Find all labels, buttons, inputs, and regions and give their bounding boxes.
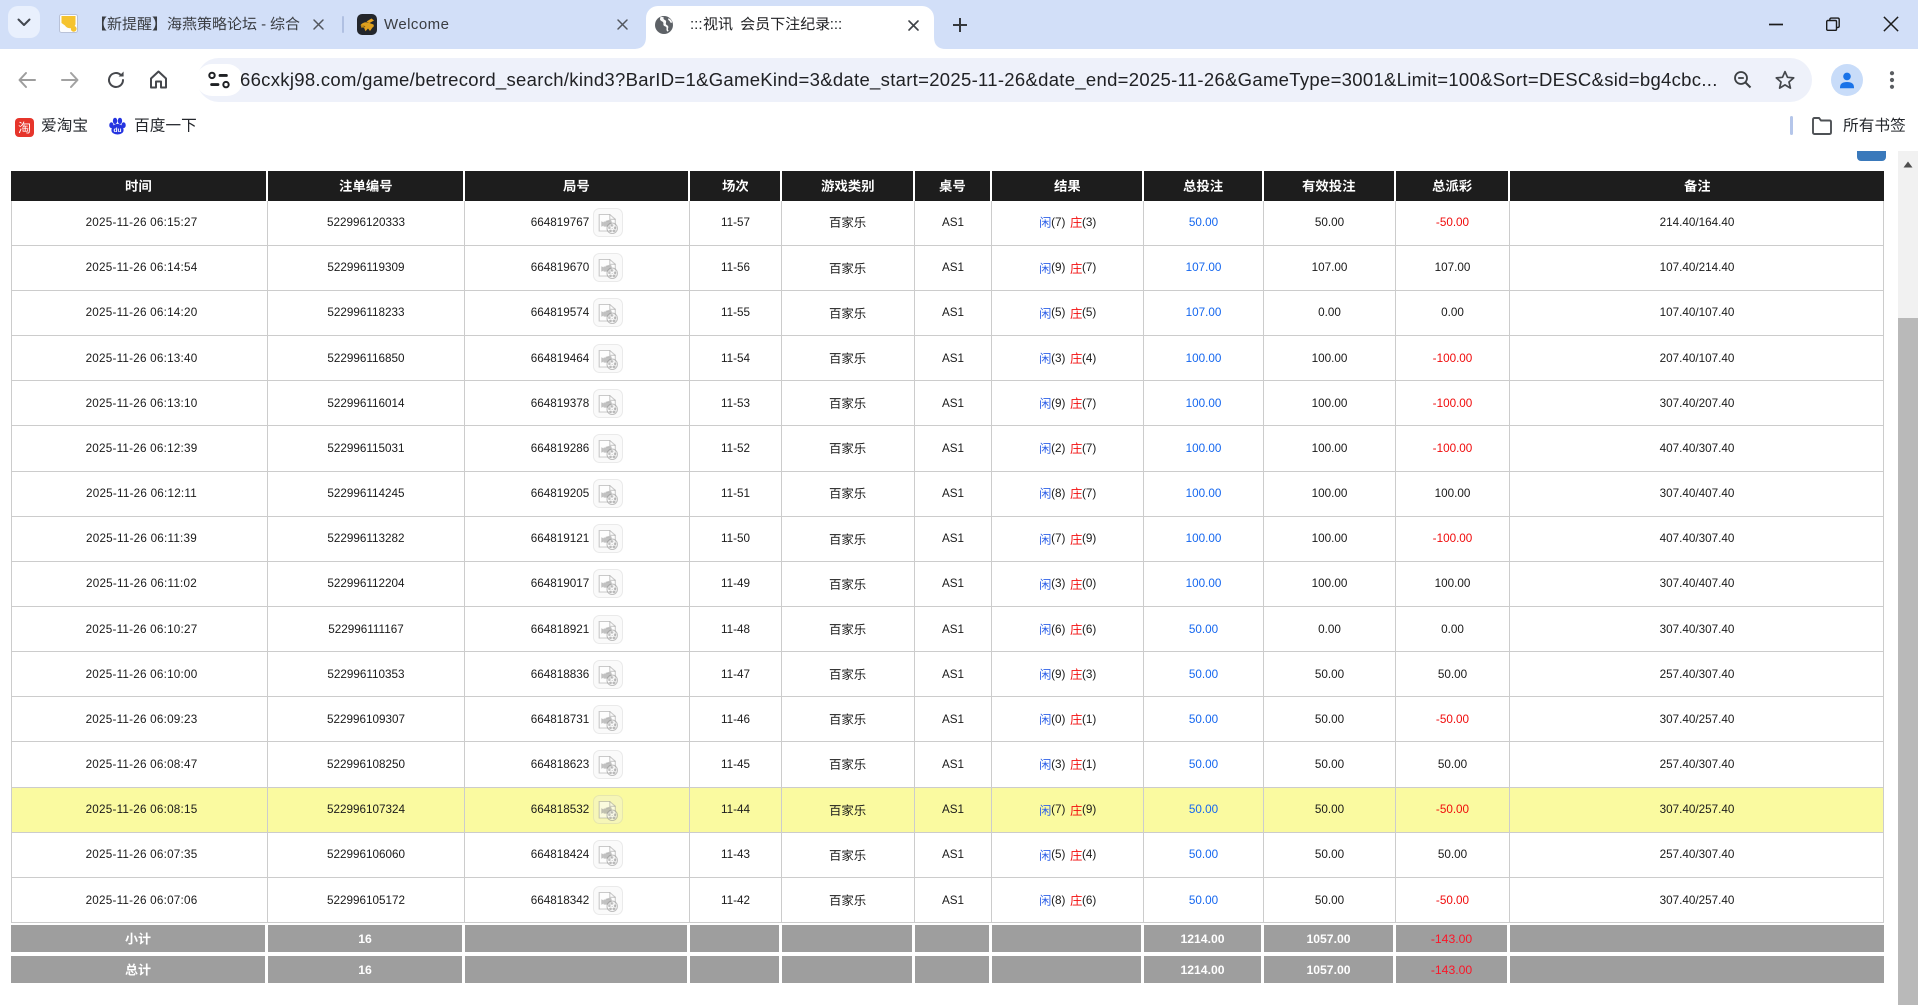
svg-text:du: du xyxy=(114,127,122,134)
